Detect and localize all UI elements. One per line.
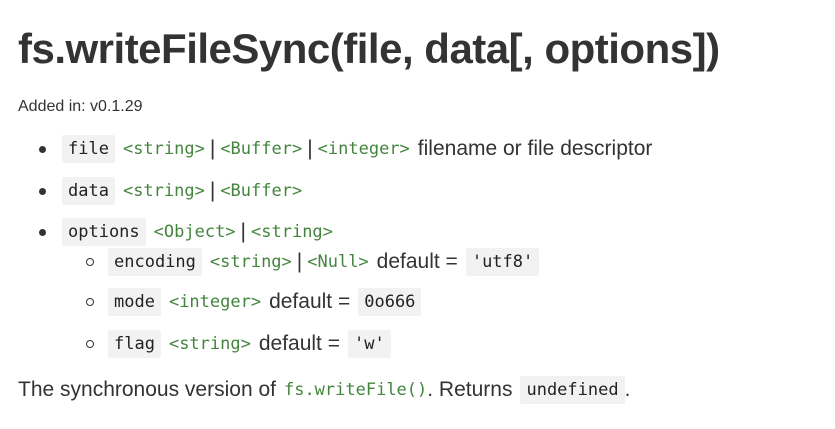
param-name-file: file — [62, 135, 115, 163]
option-encoding: encoding <string> | <Null> default = 'ut… — [108, 247, 540, 277]
type-link-string[interactable]: <string> — [251, 221, 333, 243]
type-link-string[interactable]: <string> — [169, 333, 251, 355]
option-mode: mode <integer> default = 0o666 — [108, 287, 422, 317]
option-flag: flag <string> default = 'w' — [108, 329, 391, 359]
option-name-mode: mode — [108, 288, 161, 316]
bullet — [39, 146, 46, 153]
page-title: fs.writeFileSync(file, data[, options]) — [18, 25, 720, 72]
type-link-buffer[interactable]: <Buffer> — [220, 180, 302, 202]
default-value-encoding: 'utf8' — [465, 248, 540, 276]
writefile-link[interactable]: fs.writeFile() — [284, 379, 427, 401]
param-name-options: options — [62, 218, 146, 246]
type-link-string[interactable]: <string> — [123, 180, 205, 202]
type-separator: | — [209, 179, 216, 202]
sub-bullet — [86, 340, 94, 348]
param-description: filename or file descriptor — [417, 137, 653, 160]
type-link-buffer[interactable]: <Buffer> — [220, 138, 302, 160]
param-data: data <string> | <Buffer> — [62, 176, 302, 206]
return-value: undefined — [520, 376, 625, 404]
description-text: The synchronous version of — [18, 378, 276, 401]
description-paragraph: The synchronous version of fs.writeFile(… — [18, 375, 630, 405]
type-link-string[interactable]: <string> — [123, 138, 205, 160]
sub-bullet — [86, 258, 94, 266]
type-separator: | — [209, 137, 216, 160]
default-label: default = — [258, 332, 340, 355]
default-value-flag: 'w' — [348, 330, 391, 358]
option-name-flag: flag — [108, 330, 161, 358]
description-text: . Returns — [427, 378, 513, 401]
type-link-string[interactable]: <string> — [210, 251, 292, 273]
default-label: default = — [376, 250, 458, 273]
param-options: options <Object> | <string> — [62, 217, 333, 247]
bullet — [39, 188, 46, 195]
type-separator: | — [296, 250, 303, 273]
type-link-object[interactable]: <Object> — [154, 221, 236, 243]
option-name-encoding: encoding — [108, 248, 202, 276]
sub-bullet — [86, 298, 94, 306]
added-in-version: Added in: v0.1.29 — [18, 98, 143, 115]
description-text: . — [624, 378, 631, 401]
type-separator: | — [240, 220, 247, 243]
type-link-null[interactable]: <Null> — [307, 251, 368, 273]
param-file: file <string> | <Buffer> | <integer> fil… — [62, 134, 652, 164]
default-value-mode: 0o666 — [358, 288, 422, 316]
default-label: default = — [269, 290, 351, 313]
type-link-integer[interactable]: <integer> — [318, 138, 410, 160]
bullet — [39, 229, 46, 236]
param-name-data: data — [62, 177, 115, 205]
type-separator: | — [307, 137, 313, 160]
type-link-integer[interactable]: <integer> — [169, 291, 261, 313]
